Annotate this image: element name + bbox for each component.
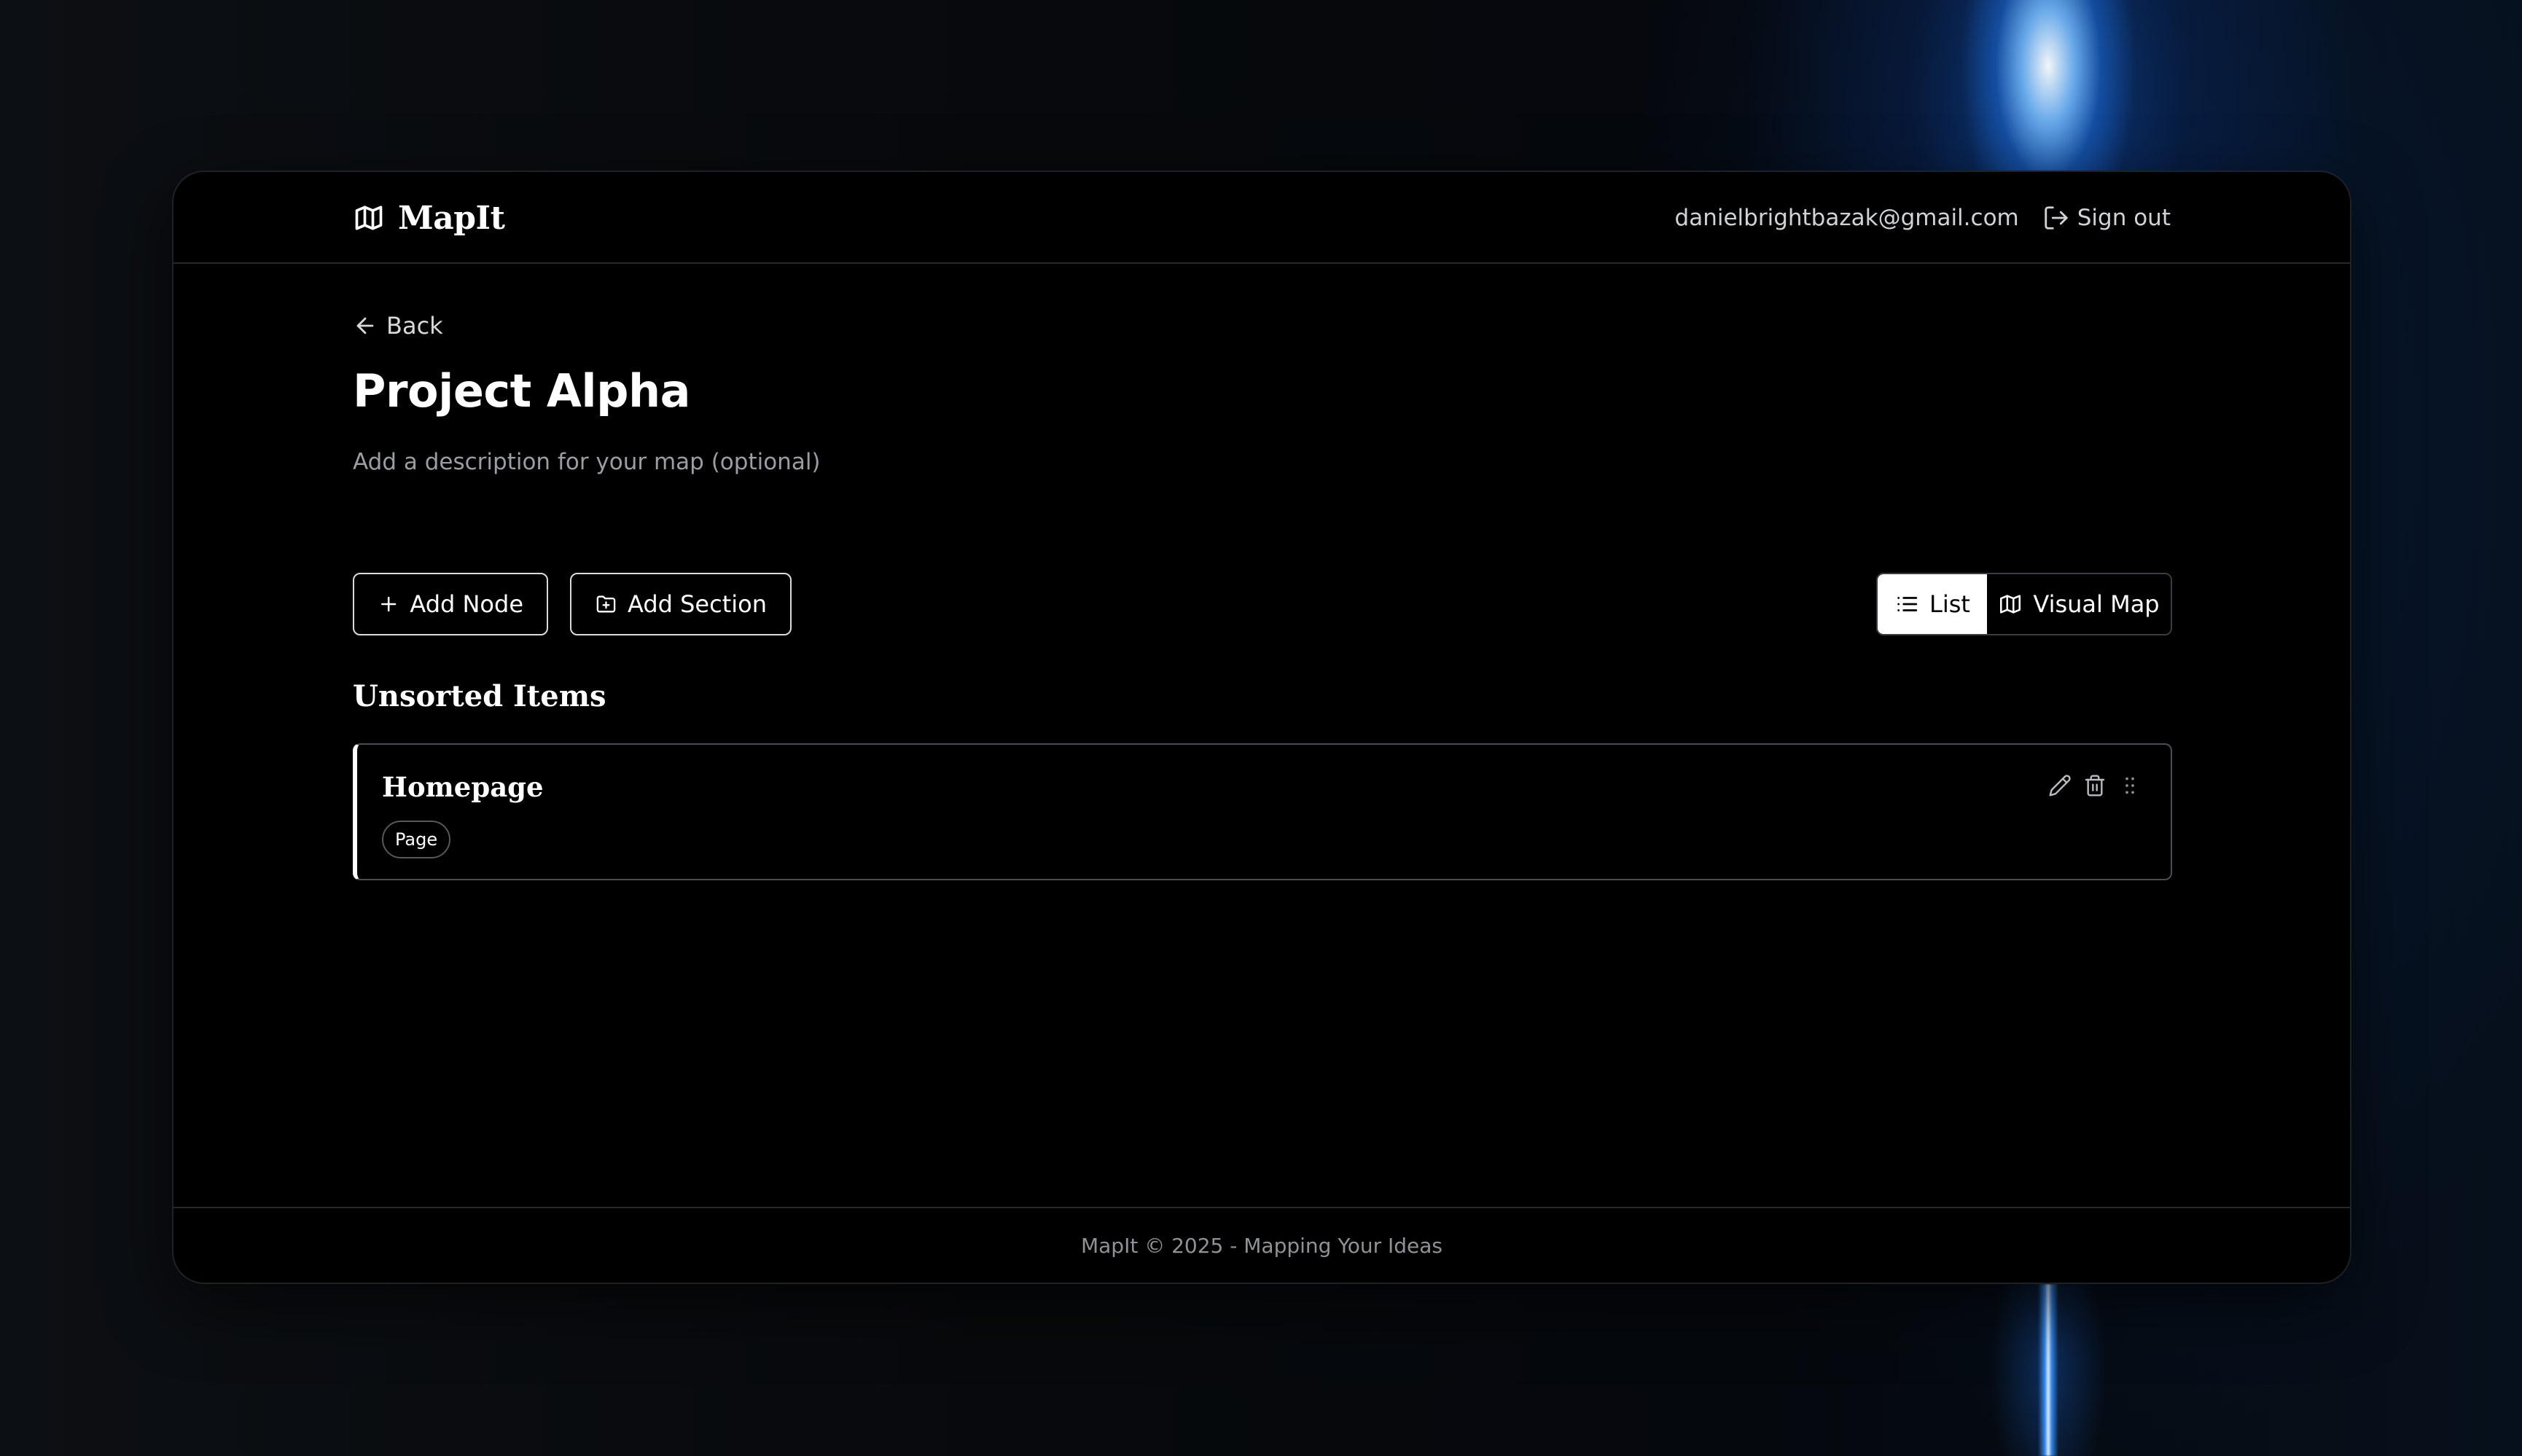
section-heading: Unsorted Items: [353, 679, 606, 713]
user-area: danielbrightbazak@gmail.com Sign out: [1675, 201, 2171, 235]
sign-out-button[interactable]: Sign out: [2042, 204, 2171, 232]
view-toggle-list-label: List: [1929, 590, 1970, 618]
node-title: Homepage: [382, 771, 544, 803]
list-icon: [1897, 597, 1918, 611]
user-email: danielbrightbazak@gmail.com: [1674, 205, 2019, 231]
edit-icon[interactable]: [2048, 774, 2072, 797]
footer-text: MapIt © 2025 - Mapping Your Ideas: [1080, 1233, 1443, 1258]
back-link[interactable]: Back: [353, 308, 443, 344]
add-section-button[interactable]: Add Section: [570, 573, 792, 635]
view-toggle-list[interactable]: List: [1878, 574, 1987, 634]
map-icon: [355, 206, 383, 230]
top-bar: MapIt danielbrightbazak@gmail.com Sign o…: [173, 172, 2350, 264]
drag-handle-icon[interactable]: [2118, 774, 2142, 797]
add-node-label: Add Node: [410, 590, 523, 618]
footer: MapIt © 2025 - Mapping Your Ideas: [173, 1207, 2350, 1283]
arrow-left-icon: [356, 317, 374, 334]
node-type-badge: Page: [382, 821, 451, 858]
node-actions: [2048, 771, 2142, 800]
back-label: Back: [386, 312, 443, 340]
project-description-field[interactable]: Add a description for your map (optional…: [353, 449, 821, 475]
trash-icon[interactable]: [2083, 774, 2107, 797]
add-node-button[interactable]: Add Node: [353, 573, 548, 635]
folder-plus-icon: [596, 595, 616, 613]
light-beam: [2038, 1284, 2058, 1456]
view-toggle-visual-map[interactable]: Visual Map: [1987, 574, 2171, 634]
plus-icon: [381, 596, 397, 612]
app-name: MapIt: [398, 199, 505, 237]
app-window: MapIt danielbrightbazak@gmail.com Sign o…: [172, 171, 2351, 1284]
view-toggle-visual-map-label: Visual Map: [2033, 590, 2160, 618]
node-card[interactable]: Homepage Page: [353, 743, 2172, 880]
map-icon: [2000, 595, 2021, 614]
app-logo[interactable]: MapIt: [353, 199, 505, 237]
view-toggle: List Visual Map: [1876, 573, 2172, 635]
project-title[interactable]: Project Alpha: [353, 364, 690, 418]
add-section-label: Add Section: [627, 590, 767, 618]
sign-out-label: Sign out: [2077, 205, 2171, 231]
log-out-icon: [2045, 206, 2068, 230]
